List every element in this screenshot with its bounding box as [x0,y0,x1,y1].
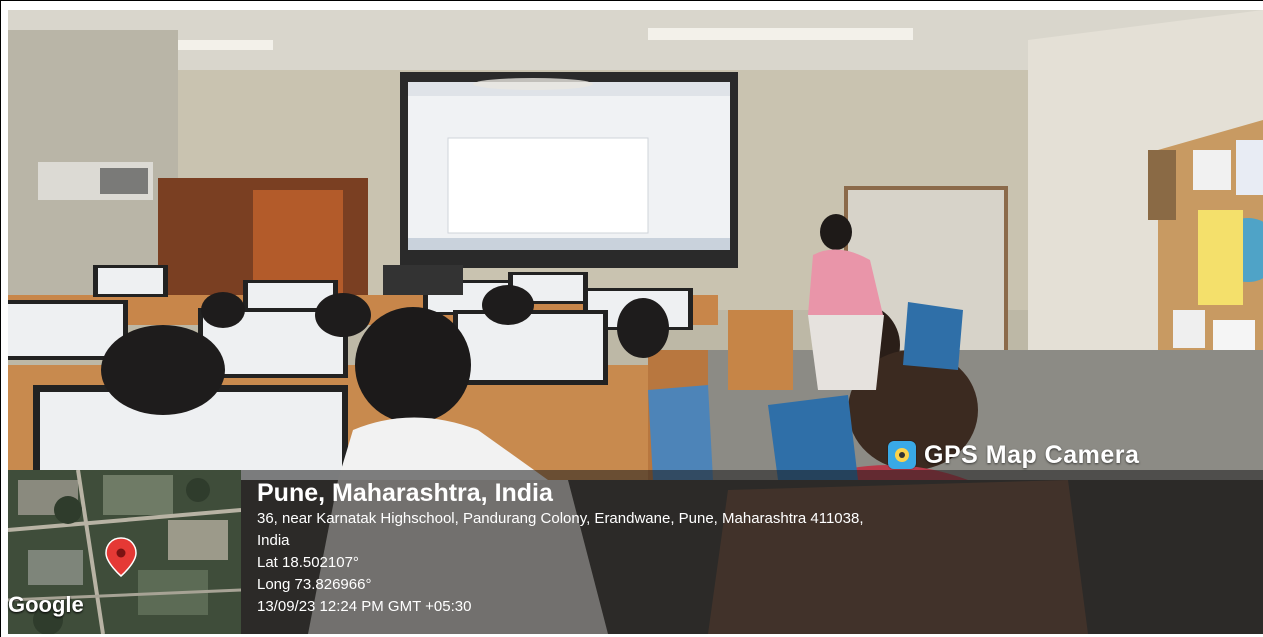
datetime: 13/09/23 12:24 PM GMT +05:30 [257,598,472,615]
place-name: Pune, Maharashtra, India [257,479,553,507]
top-border [0,0,1263,1]
map-credit: Google [8,592,84,617]
address-line-2: India [257,532,290,549]
latitude: Lat 18.502107° [257,554,359,571]
gps-map-camera-logo-icon [888,441,916,469]
address-line-1: 36, near Karnatak Highschool, Pandurang … [257,510,864,527]
gps-camera-brand: GPS Map Camera [888,440,1139,470]
photo-frame: GPS Map Camera Google Pune, Maharashtra,… [0,0,1263,637]
brand-name: GPS Map Camera [924,440,1140,469]
longitude: Long 73.826966° [257,576,372,593]
left-border [0,0,1,637]
location-info: Pune, Maharashtra, India 36, near Karnat… [257,478,864,618]
